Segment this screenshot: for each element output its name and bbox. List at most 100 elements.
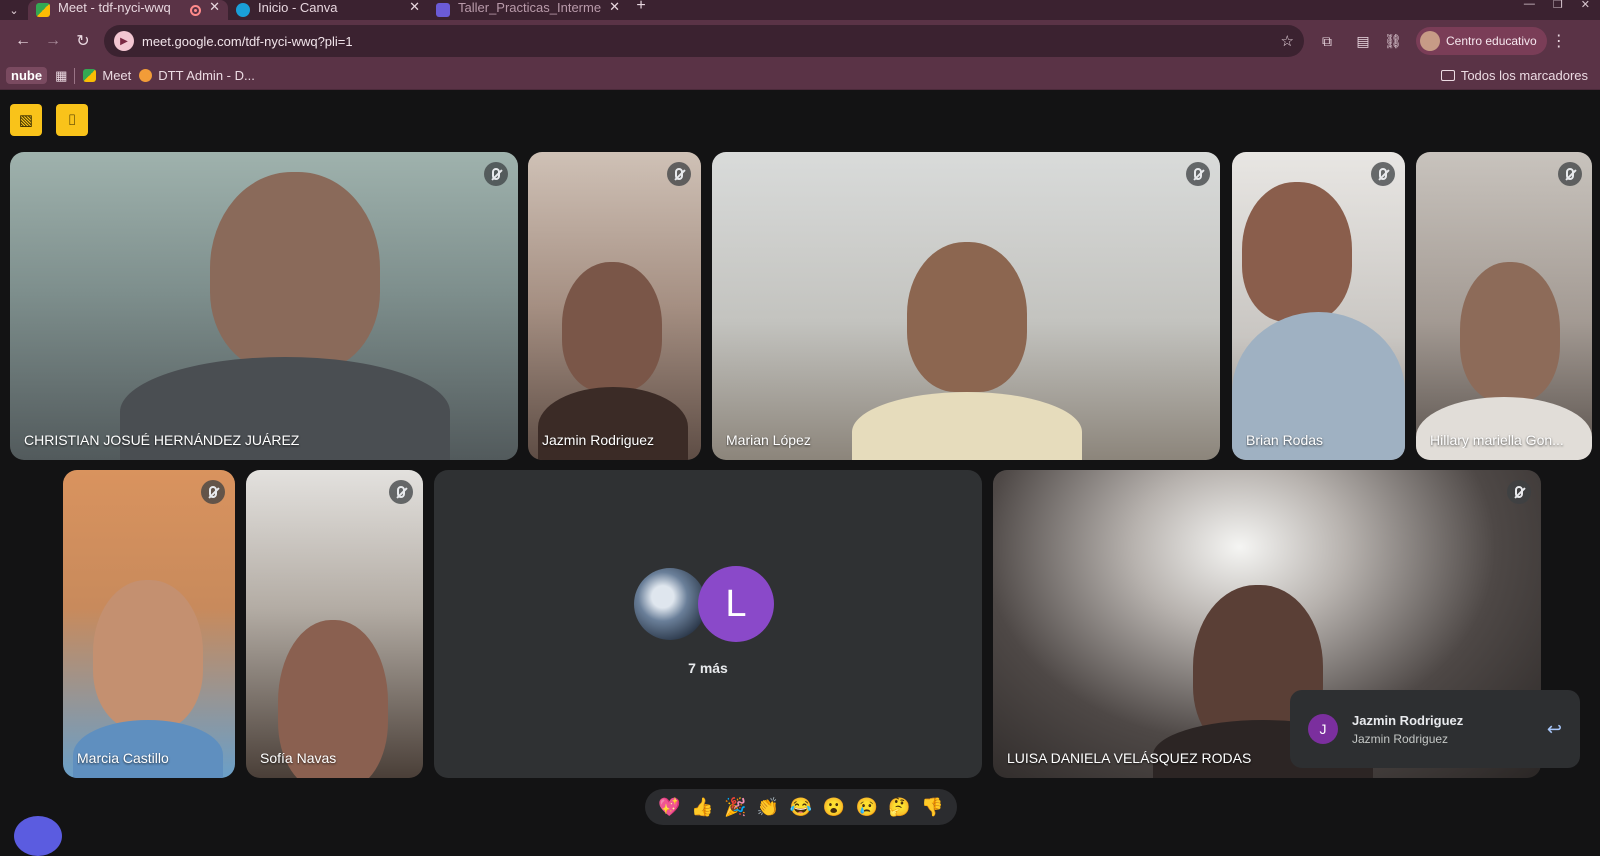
more-participants-label: 7 más [688, 660, 728, 676]
site-info-icon[interactable]: ▶ [114, 31, 134, 51]
meet-favicon-icon [36, 3, 50, 17]
participant-name: Marian López [726, 432, 811, 448]
back-icon[interactable]: ← [8, 26, 38, 56]
meet-favicon-icon [83, 69, 97, 82]
recording-icon [190, 4, 202, 16]
forward-icon[interactable]: → [38, 26, 68, 56]
tab-taller[interactable]: Taller_Practicas_Interme ✕ [428, 0, 628, 20]
participant-tile[interactable]: Brian Rodas [1232, 152, 1405, 460]
close-icon[interactable]: ✕ [209, 0, 220, 15]
participant-video [1416, 397, 1592, 460]
muted-mic-icon [1507, 480, 1531, 504]
toast-subtitle: Jazmin Rodriguez [1352, 731, 1449, 746]
reaction-thumbs-down-button[interactable]: 👎 [921, 798, 943, 816]
tab-canva[interactable]: Inicio - Canva ✕ [228, 0, 428, 20]
more-participants-avatars: L [634, 566, 774, 644]
participant-video [93, 580, 203, 730]
avatar [1420, 31, 1440, 51]
reaction-surprised-button[interactable]: 😮 [823, 798, 845, 816]
folder-icon [1440, 70, 1455, 81]
tab-strip: ⌄ Meet - tdf-nyci-wwq ✕ Inicio - Canva ✕… [0, 0, 1600, 20]
participant-tile[interactable]: Jazmin Rodriguez [528, 152, 701, 460]
meet-stage: ▧ ⌷ CHRISTIAN JOSUÉ HERNÁNDEZ JUÁREZ Jaz… [0, 90, 1600, 856]
muted-mic-icon [667, 162, 691, 186]
reaction-laugh-button[interactable]: 😂 [790, 798, 812, 816]
muted-mic-icon [1558, 162, 1582, 186]
participant-name: Jazmin Rodriguez [542, 432, 655, 448]
bookmark-label: DTT Admin - D... [158, 68, 255, 83]
profile-button[interactable]: Centro educativo [1416, 27, 1547, 55]
participant-tile[interactable]: Marian López [712, 152, 1220, 460]
avatar: L [698, 566, 774, 642]
extension-grid-icon[interactable]: ▧ [10, 104, 42, 136]
participant-name: CHRISTIAN JOSUÉ HERNÁNDEZ JUÁREZ [24, 432, 300, 448]
reaction-party-button[interactable]: 🎉 [724, 798, 746, 816]
participant-tile[interactable]: Sofía Navas [246, 470, 423, 778]
participant-video [210, 172, 380, 372]
participant-name: Marcia Castillo [77, 750, 169, 766]
bookmark-star-icon[interactable]: ☆ [1281, 32, 1294, 50]
reaction-heart-button[interactable]: 💖 [658, 798, 680, 816]
tab-title: Taller_Practicas_Interme [458, 0, 602, 15]
all-bookmarks-label: Todos los marcadores [1460, 68, 1588, 83]
muted-mic-icon [1186, 162, 1210, 186]
bookmark-dtt-admin[interactable]: DTT Admin - D... [139, 68, 255, 83]
tab-title: Meet - tdf-nyci-wwq [58, 0, 171, 15]
self-avatar[interactable] [14, 816, 62, 856]
extensions-icon[interactable]: ⧉ [1312, 26, 1342, 56]
reaction-thumbs-up-button[interactable]: 👍 [691, 798, 713, 816]
muted-mic-icon [1371, 162, 1395, 186]
tab-title: Inicio - Canva [258, 0, 338, 15]
bookmarks-bar: nube ▦ Meet DTT Admin - D... Todos los m… [0, 62, 1600, 90]
all-bookmarks[interactable]: Todos los marcadores [1440, 68, 1594, 83]
reaction-clap-button[interactable]: 👏 [757, 798, 779, 816]
participant-tile[interactable]: Marcia Castillo [63, 470, 235, 778]
bookmark-folder-tag[interactable]: nube [6, 67, 48, 84]
reload-icon[interactable]: ↻ [68, 26, 98, 56]
extension-door-icon[interactable]: ⌷ [56, 104, 88, 136]
avatar: J [1308, 714, 1338, 744]
window-controls: — ❐ ✕ [1524, 0, 1600, 11]
participant-tile[interactable]: CHRISTIAN JOSUÉ HERNÁNDEZ JUÁREZ [10, 152, 518, 460]
chat-notification-toast[interactable]: J Jazmin Rodriguez Jazmin Rodriguez ↩ [1290, 690, 1580, 768]
reaction-thinking-button[interactable]: 🤔 [888, 798, 910, 816]
url-text[interactable]: meet.google.com/tdf-nyci-wwq?pli=1 [142, 34, 1281, 49]
apps-grid-icon[interactable]: ▦ [55, 68, 67, 84]
participant-tile[interactable]: Hillary mariella Gon... [1416, 152, 1592, 460]
side-panel-icon[interactable]: ▤ [1348, 26, 1378, 56]
avatar [634, 568, 706, 640]
participant-video [907, 242, 1027, 392]
participant-video [1242, 182, 1352, 322]
browser-toolbar: ← → ↻ ▶ meet.google.com/tdf-nyci-wwq?pli… [0, 20, 1600, 62]
bookmark-label: Meet [102, 68, 132, 83]
muted-mic-icon [484, 162, 508, 186]
shield-favicon-icon [436, 3, 450, 17]
reactions-bar: 💖 👍 🎉 👏 😂 😮 😢 🤔 👎 [645, 789, 957, 825]
participant-name: Hillary mariella Gon... [1430, 432, 1564, 448]
restore-icon[interactable]: ❐ [1553, 0, 1563, 11]
address-bar[interactable]: ▶ meet.google.com/tdf-nyci-wwq?pli=1 ☆ [104, 25, 1304, 57]
reply-icon[interactable]: ↩ [1547, 719, 1562, 740]
new-tab-icon[interactable]: + [628, 0, 654, 16]
more-participants-tile[interactable]: L 7 más [434, 470, 982, 778]
dtt-favicon-icon [139, 69, 153, 82]
bookmark-meet[interactable]: Meet [83, 68, 131, 83]
reaction-sad-button[interactable]: 😢 [855, 798, 877, 816]
tab-meet[interactable]: Meet - tdf-nyci-wwq ✕ [28, 0, 228, 20]
participant-video [73, 720, 223, 778]
tab-search-icon[interactable]: ⌄ [0, 0, 28, 20]
muted-mic-icon [389, 480, 413, 504]
participant-video [1460, 262, 1560, 402]
divider [74, 67, 76, 84]
close-icon[interactable]: ✕ [409, 0, 420, 15]
participant-video [562, 262, 662, 392]
muted-mic-icon [201, 480, 225, 504]
minimize-icon[interactable]: — [1524, 0, 1535, 11]
toast-title: Jazmin Rodriguez [1352, 712, 1464, 728]
profile-label: Centro educativo [1446, 34, 1537, 48]
close-window-icon[interactable]: ✕ [1581, 0, 1590, 11]
link-icon[interactable]: ⛓ [1378, 26, 1408, 56]
toast-content: Jazmin Rodriguez Jazmin Rodriguez [1352, 713, 1547, 746]
menu-icon[interactable]: ⋮ [1547, 31, 1571, 51]
close-icon[interactable]: ✕ [609, 0, 620, 15]
